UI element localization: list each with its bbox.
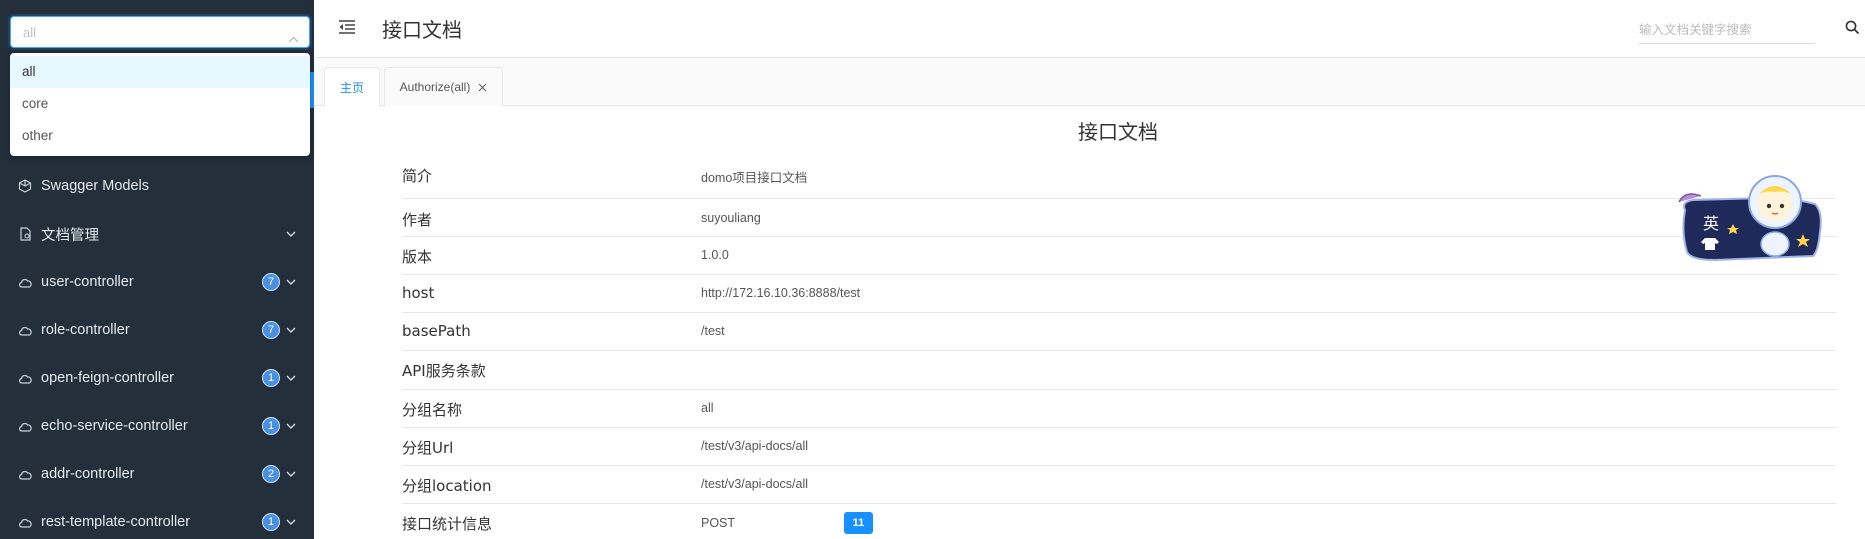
chevron-down-icon[interactable]	[285, 228, 297, 240]
chevron-down-icon[interactable]	[285, 516, 297, 528]
count-badge: 1	[262, 369, 280, 387]
chevron-down-icon[interactable]	[285, 324, 297, 336]
group-option-all[interactable]: all	[10, 56, 310, 88]
cloud-icon	[17, 274, 33, 290]
row-key: host	[402, 284, 435, 302]
tab-label: 主页	[339, 81, 364, 95]
table-row: 分组Url /test/v3/api-docs/all	[402, 428, 1836, 466]
chevron-down-icon[interactable]	[285, 372, 297, 384]
row-value: /test/v3/api-docs/all	[701, 477, 808, 491]
table-row: basePath /test	[402, 313, 1836, 351]
tab-label: Authorize(all)	[399, 80, 471, 94]
count-badge: 1	[262, 417, 280, 435]
document-icon	[17, 226, 33, 242]
sidebar-item-label: role-controller	[41, 322, 130, 338]
group-select[interactable]: all	[10, 16, 310, 48]
top-header: 接口文档	[314, 0, 1865, 58]
count-badge: 2	[262, 465, 280, 483]
row-key: 分组名称	[402, 401, 463, 419]
chevron-down-icon[interactable]	[285, 420, 297, 432]
doc-title: 接口文档	[1078, 120, 1158, 144]
row-key: basePath	[402, 322, 471, 340]
row-key: 接口统计信息	[402, 515, 493, 533]
tab-home[interactable]: 主页	[324, 67, 380, 107]
table-row: 版本 1.0.0	[402, 237, 1836, 275]
row-value: /test/v3/api-docs/all	[701, 439, 808, 453]
row-value: all	[701, 401, 714, 415]
group-option-other[interactable]: other	[10, 120, 310, 152]
row-value: http://172.16.10.36:8888/test	[701, 286, 861, 300]
sidebar-item-label: rest-template-controller	[41, 514, 191, 530]
row-value: domo项目接口文档	[701, 171, 808, 185]
row-key: 版本	[402, 248, 433, 266]
row-key: 分组location	[402, 477, 492, 495]
group-select-value: all	[23, 25, 37, 40]
sidebar-item-label: open-feign-controller	[41, 370, 174, 386]
sidebar-item-label: 文档管理	[41, 227, 99, 244]
chevron-up-icon	[288, 28, 299, 47]
cloud-icon	[17, 370, 33, 386]
search-input[interactable]	[1639, 16, 1815, 42]
sidebar-item-echo-service-controller[interactable]: echo-service-controller 1	[0, 402, 314, 450]
row-key: 作者	[402, 211, 433, 229]
row-value: /test	[701, 324, 725, 338]
sidebar-item-swagger-models[interactable]: Swagger Models	[0, 162, 314, 210]
chevron-down-icon[interactable]	[285, 276, 297, 288]
tab-authorize[interactable]: Authorize(all)	[384, 67, 503, 106]
sidebar-item-user-controller[interactable]: user-controller 7	[0, 258, 314, 306]
chevron-down-icon[interactable]	[285, 468, 297, 480]
table-row: host http://172.16.10.36:8888/test	[402, 275, 1836, 313]
sidebar-item-label: addr-controller	[41, 466, 135, 482]
page-title: 接口文档	[382, 18, 462, 42]
count-badge: 7	[262, 273, 280, 291]
sidebar-item-label: Swagger Models	[41, 178, 149, 194]
row-key: 简介	[402, 167, 433, 185]
sidebar-item-doc-management[interactable]: 文档管理	[0, 210, 314, 258]
sidebar-item-label: user-controller	[41, 274, 134, 290]
table-row: 分组location /test/v3/api-docs/all	[402, 466, 1836, 504]
sidebar-item-open-feign-controller[interactable]: open-feign-controller 1	[0, 354, 314, 402]
search-icon[interactable]	[1845, 20, 1860, 39]
tab-bar: 主页 Authorize(all)	[314, 58, 1865, 107]
sidebar-item-addr-controller[interactable]: addr-controller 2	[0, 450, 314, 498]
close-icon[interactable]	[478, 83, 487, 92]
table-row: 接口统计信息 POST 11	[402, 504, 1836, 539]
count-badge: 1	[262, 513, 280, 531]
row-value: suyouliang	[701, 211, 761, 225]
sidebar-item-role-controller[interactable]: role-controller 7	[0, 306, 314, 354]
cloud-icon	[17, 322, 33, 338]
table-row: 分组名称 all	[402, 390, 1836, 428]
row-value: POST	[701, 516, 736, 530]
cloud-icon	[17, 514, 33, 530]
language-switch-mascot[interactable]: 英	[1675, 172, 1825, 272]
table-row: 作者 suyouliang	[402, 199, 1836, 237]
search-field	[1639, 16, 1815, 44]
sidebar-item-rest-template-controller[interactable]: rest-template-controller 1	[0, 498, 314, 539]
group-option-core[interactable]: core	[10, 88, 310, 120]
group-select-dropdown: all core other	[10, 53, 310, 156]
row-key: 分组Url	[402, 439, 454, 457]
sidebar-item-label: echo-service-controller	[41, 418, 188, 434]
cloud-icon	[17, 418, 33, 434]
method-count-badge: 11	[844, 512, 873, 534]
menu-fold-icon[interactable]	[338, 19, 356, 39]
table-row: API服务条款	[402, 351, 1836, 390]
count-badge: 7	[262, 321, 280, 339]
table-row: 简介 domo项目接口文档	[402, 155, 1836, 199]
row-key: API服务条款	[402, 362, 486, 380]
cloud-icon	[17, 466, 33, 482]
cube-icon	[17, 178, 33, 194]
row-value: 1.0.0	[701, 248, 729, 262]
language-label: 英	[1703, 214, 1720, 233]
